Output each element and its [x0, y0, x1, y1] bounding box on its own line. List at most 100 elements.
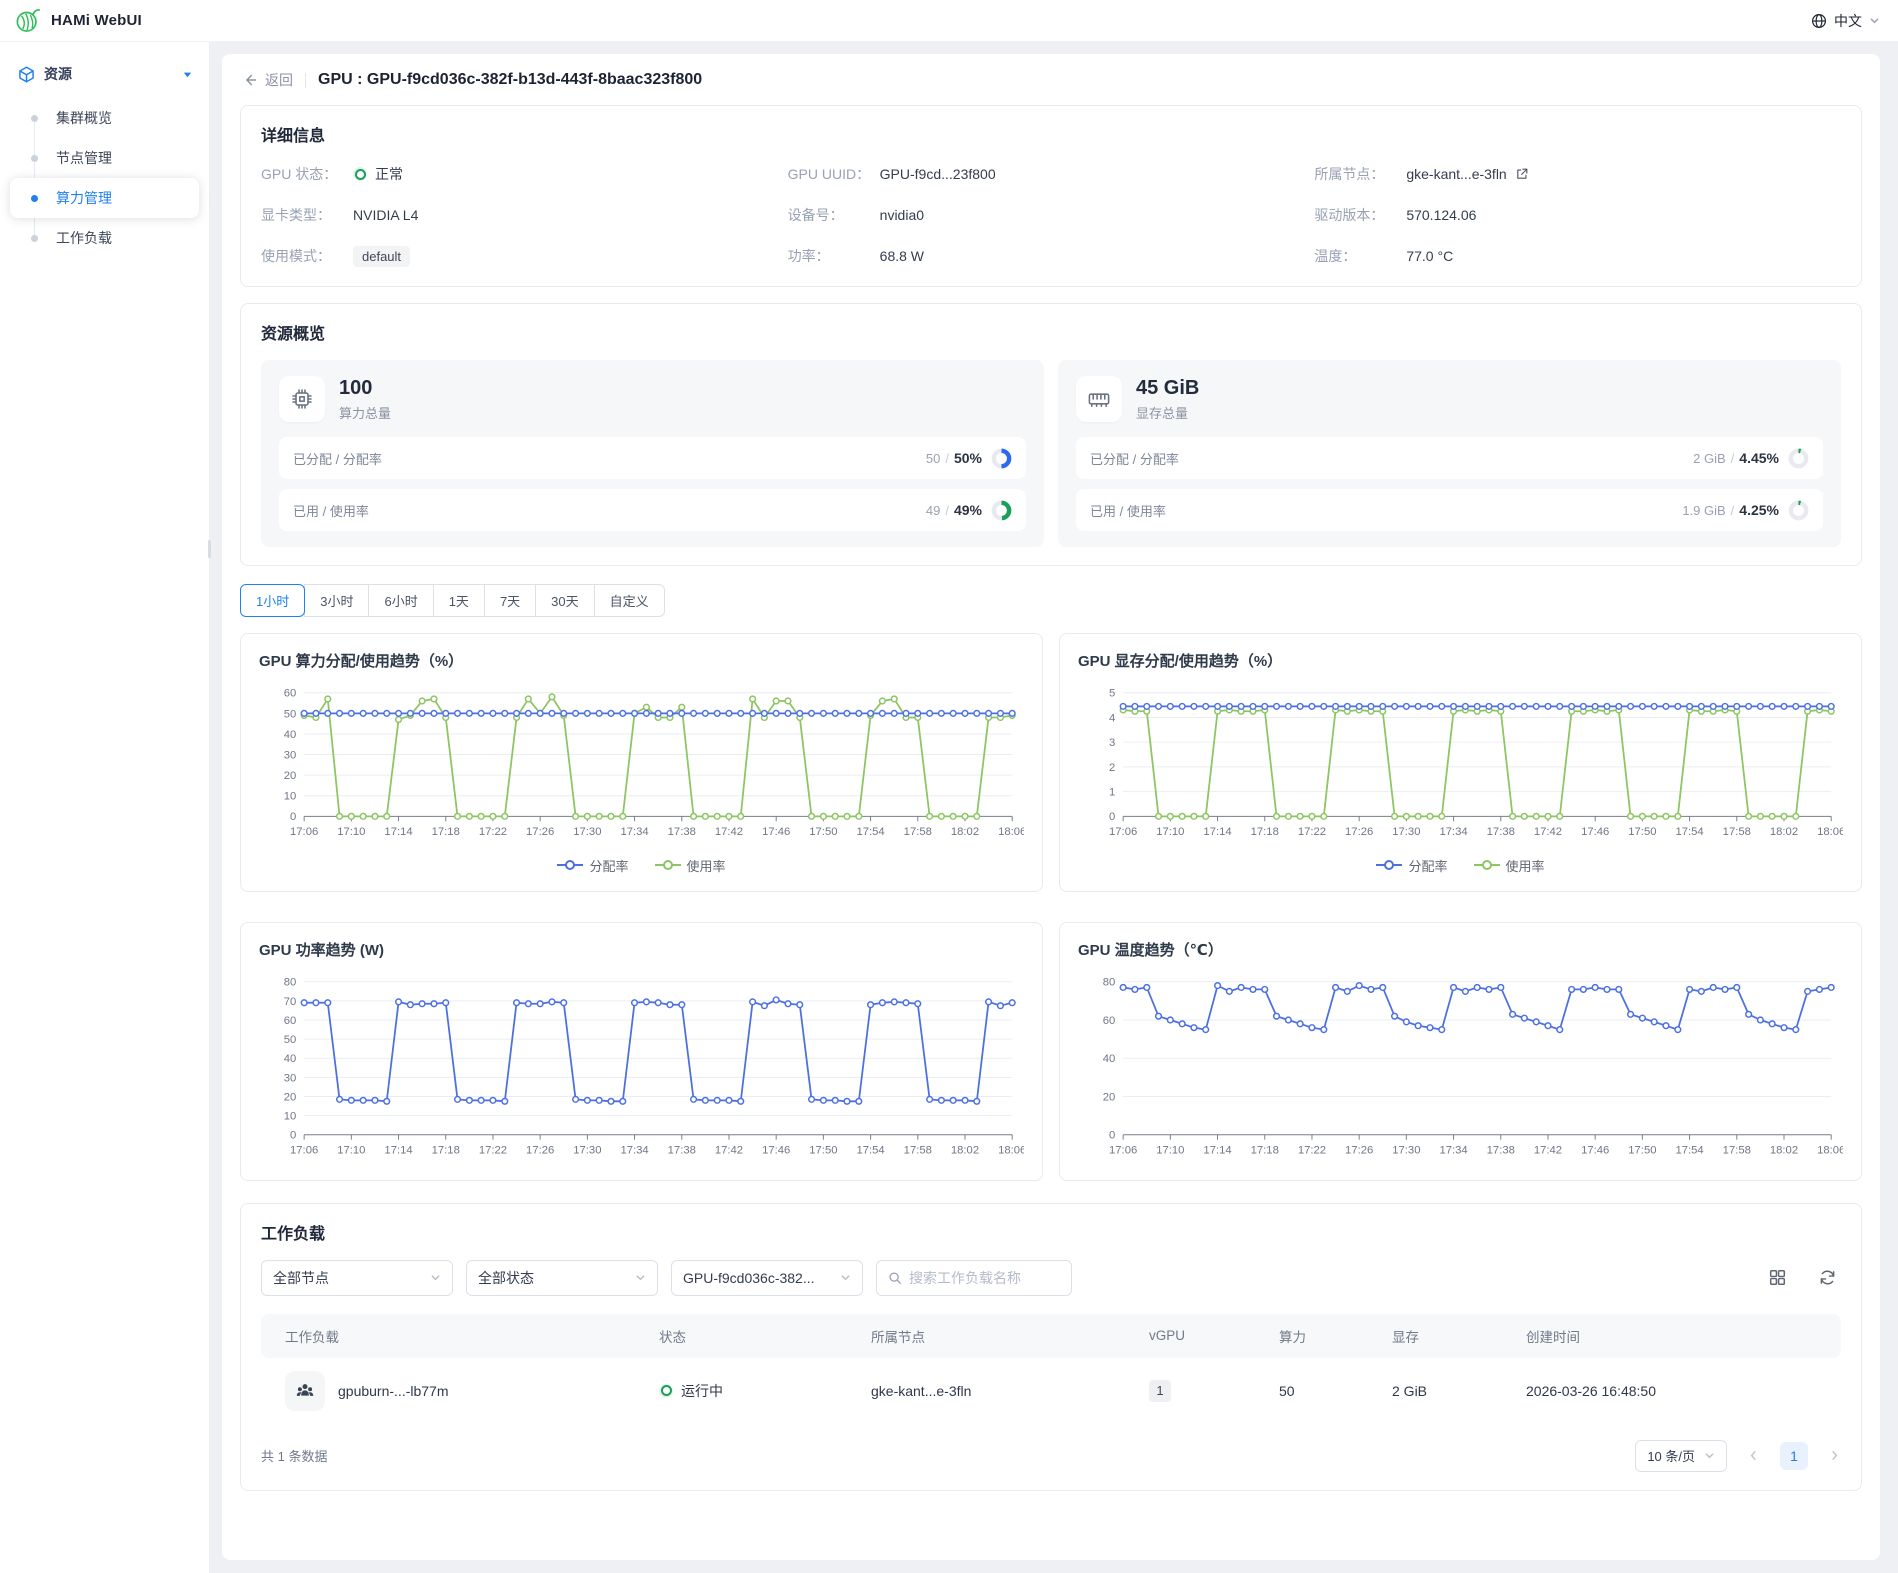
sidebar-group-resources[interactable]: 资源 [0, 56, 209, 98]
workload-search-input[interactable] [909, 1270, 1060, 1286]
svg-text:1: 1 [1109, 787, 1115, 799]
chart-card-temperature-trend: GPU 温度趋势（℃） 02040608017:0617:1017:1417:1… [1059, 922, 1862, 1181]
detail-card: 详细信息 GPU 状态： 正常 GPU UUID： GPU-f9cd...23f… [240, 105, 1862, 287]
workload-created-time: 2026-03-26 16:48:50 [1526, 1383, 1841, 1399]
svg-text:17:58: 17:58 [1723, 1144, 1751, 1156]
time-range-tab-1小时[interactable]: 1小时 [240, 584, 305, 617]
brand: HAMi WebUI [14, 7, 142, 34]
svg-text:60: 60 [284, 688, 297, 700]
resource-metric-row: 已用 / 使用率 1.9 GiB / 4.25% [1076, 489, 1823, 531]
chevron-down-icon [1869, 15, 1880, 26]
svg-text:18:02: 18:02 [951, 1144, 979, 1156]
chart-title: GPU 显存分配/使用趋势（%） [1078, 650, 1843, 671]
time-range-tab-自定义[interactable]: 自定义 [594, 584, 665, 617]
column-settings-button[interactable] [1763, 1264, 1791, 1292]
sidebar-item-cluster-overview[interactable]: 集群概览 [0, 98, 209, 138]
time-range-tab-1天[interactable]: 1天 [433, 584, 485, 617]
globe-icon [1811, 13, 1827, 29]
page-size-select[interactable]: 10 条/页 [1635, 1440, 1727, 1472]
legend-item-分配率[interactable]: 分配率 [1376, 856, 1447, 875]
detail-field-gpu-status: GPU 状态： 正常 [261, 162, 788, 186]
field-value: 正常 [353, 164, 403, 184]
svg-text:40: 40 [284, 729, 297, 741]
sidebar-menu: 集群概览 节点管理 算力管理 工作负载 [0, 98, 209, 258]
sidebar-item-label: 集群概览 [56, 108, 112, 128]
column-header-vGPU: vGPU [1149, 1328, 1279, 1343]
svg-text:17:10: 17:10 [1156, 1144, 1184, 1156]
status-filter-select[interactable]: 全部状态 [466, 1260, 658, 1296]
svg-text:17:58: 17:58 [1723, 826, 1751, 838]
charts-grid: GPU 算力分配/使用趋势（%） 010203040506017:0617:10… [240, 633, 1862, 1181]
prev-page-button[interactable] [1747, 1449, 1760, 1462]
workload-name[interactable]: gpuburn-...-lb77m [338, 1383, 449, 1399]
field-value: 77.0 °C [1406, 248, 1453, 264]
sidebar-item-node-management[interactable]: 节点管理 [0, 138, 209, 178]
resource-total: 100 [339, 376, 391, 401]
donut-progress [991, 448, 1012, 469]
column-header-显存: 显存 [1392, 1326, 1526, 1346]
next-page-button[interactable] [1828, 1449, 1841, 1462]
legend-item-分配率[interactable]: 分配率 [557, 856, 628, 875]
chevron-down-icon [840, 1272, 851, 1283]
node-filter-select[interactable]: 全部节点 [261, 1260, 453, 1296]
timeline-dot [31, 155, 38, 162]
svg-text:20: 20 [284, 1091, 297, 1103]
svg-text:30: 30 [284, 1072, 297, 1084]
svg-text:17:58: 17:58 [904, 1144, 932, 1156]
status-filter-value: 全部状态 [478, 1268, 534, 1288]
metric-label: 已用 / 使用率 [293, 501, 926, 520]
time-range-tab-7天[interactable]: 7天 [484, 584, 536, 617]
svg-text:17:42: 17:42 [1534, 826, 1562, 838]
svg-text:17:06: 17:06 [1109, 826, 1137, 838]
metric-label: 已分配 / 分配率 [1090, 449, 1693, 468]
svg-text:17:50: 17:50 [1628, 1144, 1656, 1156]
column-header-所属节点: 所属节点 [871, 1326, 1149, 1346]
back-button[interactable]: 返回 [242, 70, 293, 90]
refresh-button[interactable] [1813, 1264, 1841, 1292]
svg-text:18:06: 18:06 [1817, 1144, 1843, 1156]
time-range-tab-30天[interactable]: 30天 [535, 584, 594, 617]
chevron-down-icon [1704, 1450, 1715, 1461]
external-link-icon[interactable] [1515, 167, 1529, 181]
svg-text:17:14: 17:14 [1203, 826, 1231, 838]
detail-field-device-no: 设备号： nvidia0 [788, 203, 1315, 227]
svg-text:17:10: 17:10 [337, 1144, 365, 1156]
sidebar-item-label: 算力管理 [56, 188, 112, 208]
svg-text:17:26: 17:26 [1345, 1144, 1373, 1156]
chevron-down-icon [430, 1272, 441, 1283]
chart-title: GPU 温度趋势（℃） [1078, 939, 1843, 960]
sidebar-item-workloads[interactable]: 工作负载 [0, 218, 209, 258]
workload-compute: 50 [1279, 1383, 1392, 1399]
svg-text:17:10: 17:10 [1156, 826, 1184, 838]
svg-text:17:54: 17:54 [856, 826, 884, 838]
svg-text:17:54: 17:54 [856, 1144, 884, 1156]
legend-item-使用率[interactable]: 使用率 [655, 856, 726, 875]
svg-text:17:46: 17:46 [1581, 826, 1609, 838]
workload-memory: 2 GiB [1392, 1383, 1526, 1399]
timeline-dot [31, 115, 38, 122]
detail-field-power: 功率： 68.8 W [788, 244, 1315, 268]
time-range-tabs: 1小时3小时6小时1天7天30天自定义 [240, 584, 665, 617]
page-title: GPU : GPU-f9cd036c-382f-b13d-443f-8baac3… [318, 71, 702, 89]
field-label: 使用模式： [261, 246, 353, 266]
workload-node: gke-kant...e-3fln [871, 1383, 1149, 1399]
page-number-1[interactable]: 1 [1780, 1442, 1808, 1470]
legend-item-使用率[interactable]: 使用率 [1474, 856, 1545, 875]
svg-text:17:46: 17:46 [1581, 1144, 1609, 1156]
sidebar-collapse-handle[interactable] [208, 540, 211, 558]
column-header-创建时间: 创建时间 [1526, 1326, 1841, 1346]
svg-text:17:22: 17:22 [479, 826, 507, 838]
time-range-tab-6小时[interactable]: 6小时 [368, 584, 433, 617]
field-value: nvidia0 [880, 207, 924, 223]
back-icon [242, 72, 258, 88]
svg-text:17:18: 17:18 [432, 1144, 460, 1156]
svg-text:20: 20 [284, 770, 297, 782]
time-range-tab-3小时[interactable]: 3小时 [304, 584, 369, 617]
language-selector[interactable]: 中文 [1811, 11, 1880, 31]
svg-text:17:30: 17:30 [1392, 1144, 1420, 1156]
app-logo-icon [14, 7, 41, 34]
resource-card-header: 100 算力总量 [279, 376, 1026, 422]
sidebar-item-compute-management[interactable]: 算力管理 [10, 178, 199, 218]
metric-label: 已用 / 使用率 [1090, 501, 1682, 520]
gpu-filter-select[interactable]: GPU-f9cd036c-382... [671, 1260, 863, 1296]
